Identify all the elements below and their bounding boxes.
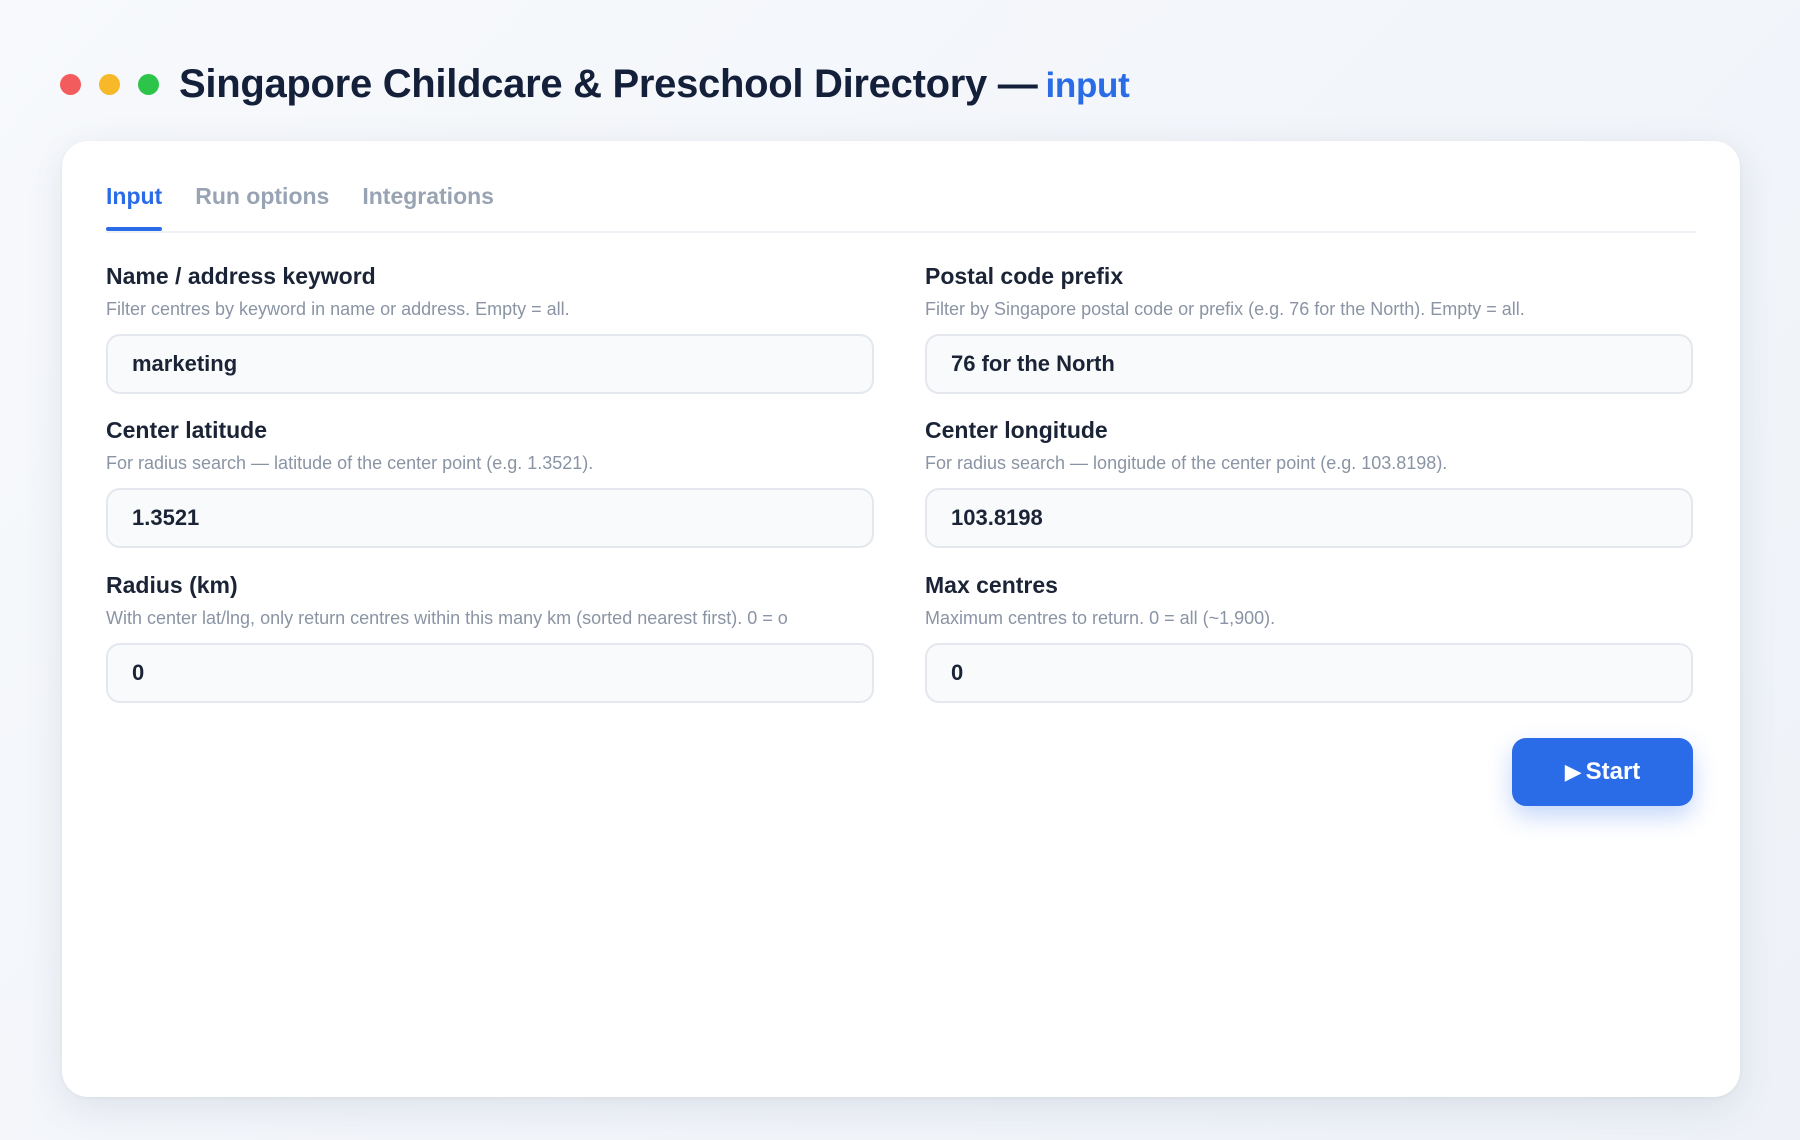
tab-input[interactable]: Input bbox=[106, 173, 163, 231]
latitude-field-group: Center latitude For radius search — lati… bbox=[106, 417, 874, 548]
postal-hint: Filter by Singapore postal code or prefi… bbox=[925, 299, 1525, 319]
keyword-input[interactable] bbox=[130, 350, 850, 378]
keyword-field-group: Name / address keyword Filter centres by… bbox=[106, 263, 874, 394]
max-centres-field-group: Max centres Maximum centres to return. 0… bbox=[925, 572, 1693, 703]
page-title-suffix: input bbox=[1045, 65, 1130, 105]
minimize-window-dot[interactable] bbox=[99, 73, 120, 95]
latitude-input-box[interactable] bbox=[106, 488, 874, 548]
keyword-label: Name / address keyword bbox=[106, 263, 376, 289]
keyword-input-box[interactable] bbox=[106, 334, 874, 394]
radius-hint: With center lat/lng, only return centres… bbox=[106, 608, 788, 628]
longitude-hint: For radius search — longitude of the cen… bbox=[925, 453, 1448, 473]
maximize-window-dot[interactable] bbox=[138, 73, 159, 95]
window-titlebar: Singapore Childcare & Preschool Director… bbox=[60, 58, 1130, 110]
longitude-input[interactable] bbox=[949, 504, 1669, 532]
latitude-label: Center latitude bbox=[106, 417, 268, 443]
latitude-hint: For radius search — latitude of the cent… bbox=[106, 453, 594, 473]
longitude-label: Center longitude bbox=[925, 417, 1108, 443]
postal-field-group: Postal code prefix Filter by Singapore p… bbox=[925, 263, 1693, 394]
start-button[interactable]: ▶ Start bbox=[1512, 738, 1693, 806]
latitude-input[interactable] bbox=[130, 504, 850, 532]
radius-input[interactable] bbox=[130, 659, 850, 687]
input-form-card: Input Run options Integrations Name / ad… bbox=[62, 141, 1740, 1097]
postal-label: Postal code prefix bbox=[925, 263, 1124, 289]
keyword-hint: Filter centres by keyword in name or add… bbox=[106, 299, 570, 319]
radius-field-group: Radius (km) With center lat/lng, only re… bbox=[106, 572, 874, 703]
close-window-dot[interactable] bbox=[60, 73, 81, 95]
postal-input-box[interactable] bbox=[925, 334, 1693, 394]
play-icon: ▶ bbox=[1564, 759, 1582, 784]
tab-integrations[interactable]: Integrations bbox=[362, 173, 494, 229]
max-centres-input[interactable] bbox=[949, 659, 1669, 687]
tab-bar: Input Run options Integrations bbox=[106, 173, 1696, 233]
max-centres-input-box[interactable] bbox=[925, 643, 1693, 703]
postal-code-input[interactable] bbox=[949, 350, 1669, 378]
max-centres-hint: Maximum centres to return. 0 = all (~1,9… bbox=[925, 608, 1276, 628]
page-title: Singapore Childcare & Preschool Director… bbox=[179, 61, 1130, 107]
longitude-input-box[interactable] bbox=[925, 488, 1693, 548]
longitude-field-group: Center longitude For radius search — lon… bbox=[925, 417, 1693, 548]
page-title-text: Singapore Childcare & Preschool Director… bbox=[179, 61, 1038, 106]
radius-label: Radius (km) bbox=[106, 572, 238, 598]
max-centres-label: Max centres bbox=[925, 572, 1058, 598]
start-button-label: Start bbox=[1585, 758, 1641, 785]
tab-run-options[interactable]: Run options bbox=[195, 173, 329, 229]
radius-input-box[interactable] bbox=[106, 643, 874, 703]
